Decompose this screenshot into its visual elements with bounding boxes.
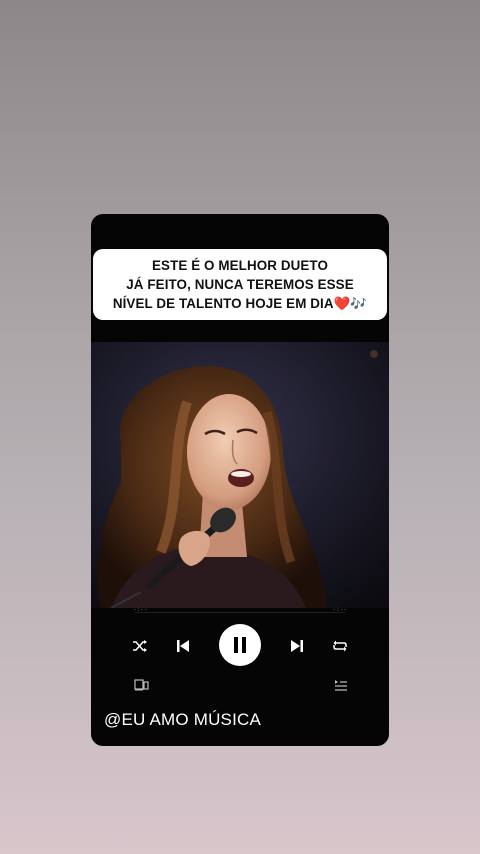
- caption-line-1: ESTE É O MELHOR DUETO: [152, 258, 328, 273]
- playback-controls: [91, 622, 389, 670]
- video-frame[interactable]: [91, 342, 389, 608]
- pause-button[interactable]: [219, 624, 261, 666]
- next-icon: [291, 640, 303, 652]
- previous-icon: [177, 640, 189, 652]
- progress-bar[interactable]: -:-- -:--: [91, 606, 389, 616]
- remaining-time: -:--: [332, 606, 347, 613]
- caption-line-2: JÁ FEITO, NUNCA TEREMOS ESSE: [126, 277, 354, 292]
- singer-image: [91, 342, 389, 608]
- next-button[interactable]: [285, 634, 309, 658]
- account-watermark: @EU AMO MÚSICA: [104, 710, 262, 729]
- caption-line-3: NÍVEL DE TALENTO HOJE EM DIA❤️🎶: [112, 296, 368, 311]
- queue-icon: [335, 680, 347, 691]
- caption-banner: ESTE É O MELHOR DUETO JÁ FEITO, NUNCA TE…: [93, 249, 387, 320]
- pause-icon: [234, 637, 246, 653]
- repeat-icon: [333, 640, 347, 652]
- shuffle-icon: [133, 640, 147, 652]
- devices-button[interactable]: [129, 673, 153, 697]
- progress-track[interactable]: [135, 612, 345, 613]
- shuffle-button[interactable]: [128, 634, 152, 658]
- connect-device-icon: [133, 679, 149, 691]
- bottom-actions: [91, 674, 389, 696]
- repeat-button[interactable]: [328, 634, 352, 658]
- player-card: ESTE É O MELHOR DUETO JÁ FEITO, NUNCA TE…: [91, 214, 389, 746]
- queue-button[interactable]: [329, 673, 353, 697]
- previous-button[interactable]: [171, 634, 195, 658]
